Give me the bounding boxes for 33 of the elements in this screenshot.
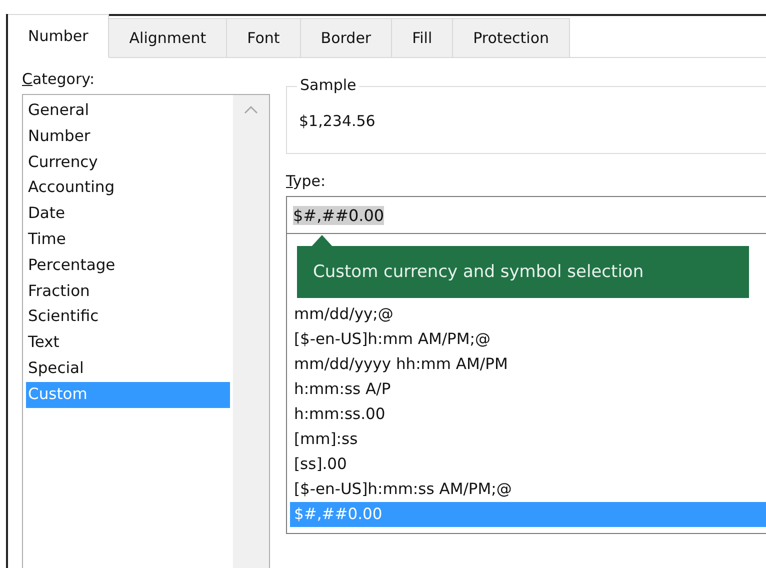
category-item[interactable]: Time <box>26 226 230 253</box>
type-item[interactable]: [$-en-US]h:mm AM/PM;@ <box>290 327 766 352</box>
scroll-up-icon[interactable] <box>244 105 258 114</box>
category-item[interactable]: Date <box>26 201 230 227</box>
category-label: Category: <box>22 70 96 88</box>
type-item[interactable]: h:mm:ss.00 <box>290 402 766 427</box>
type-item[interactable]: [mm]:ss <box>290 427 766 452</box>
tab[interactable]: Fill <box>392 18 454 58</box>
category-item[interactable]: Scientific <box>26 304 230 330</box>
tab[interactable]: Number <box>8 14 110 58</box>
category-item[interactable]: Number <box>26 124 230 150</box>
type-item[interactable]: mm/dd/yy;@ <box>290 302 766 327</box>
type-item[interactable]: [$-en-US]h:mm:ss AM/PM;@ <box>290 477 766 502</box>
category-item[interactable]: General <box>26 98 230 124</box>
tab[interactable]: Font <box>227 18 301 58</box>
category-item[interactable]: Special <box>26 356 230 382</box>
tooltip-pointer-icon <box>311 235 333 247</box>
sample-value: $1,234.56 <box>299 112 376 130</box>
type-item[interactable]: mm/dd/yyyy hh:mm AM/PM <box>290 352 766 377</box>
category-item[interactable]: Percentage <box>26 252 230 279</box>
category-item[interactable]: Fraction <box>26 278 230 304</box>
type-item[interactable]: [ss].00 <box>290 452 766 477</box>
tab[interactable]: Protection <box>453 18 570 58</box>
category-item[interactable]: Currency <box>26 150 230 176</box>
type-input-field[interactable]: $#,##0.00 <box>286 196 766 234</box>
sample-label: Sample <box>297 76 360 94</box>
tab[interactable]: Border <box>300 18 392 58</box>
category-item[interactable]: Accounting <box>26 175 230 202</box>
type-item[interactable]: h:mm:ss A/P <box>290 377 766 402</box>
type-label: Type: <box>286 172 327 190</box>
tab[interactable]: Alignment <box>109 18 228 58</box>
category-item[interactable]: Text <box>26 330 230 356</box>
scrollbar[interactable] <box>233 95 269 568</box>
